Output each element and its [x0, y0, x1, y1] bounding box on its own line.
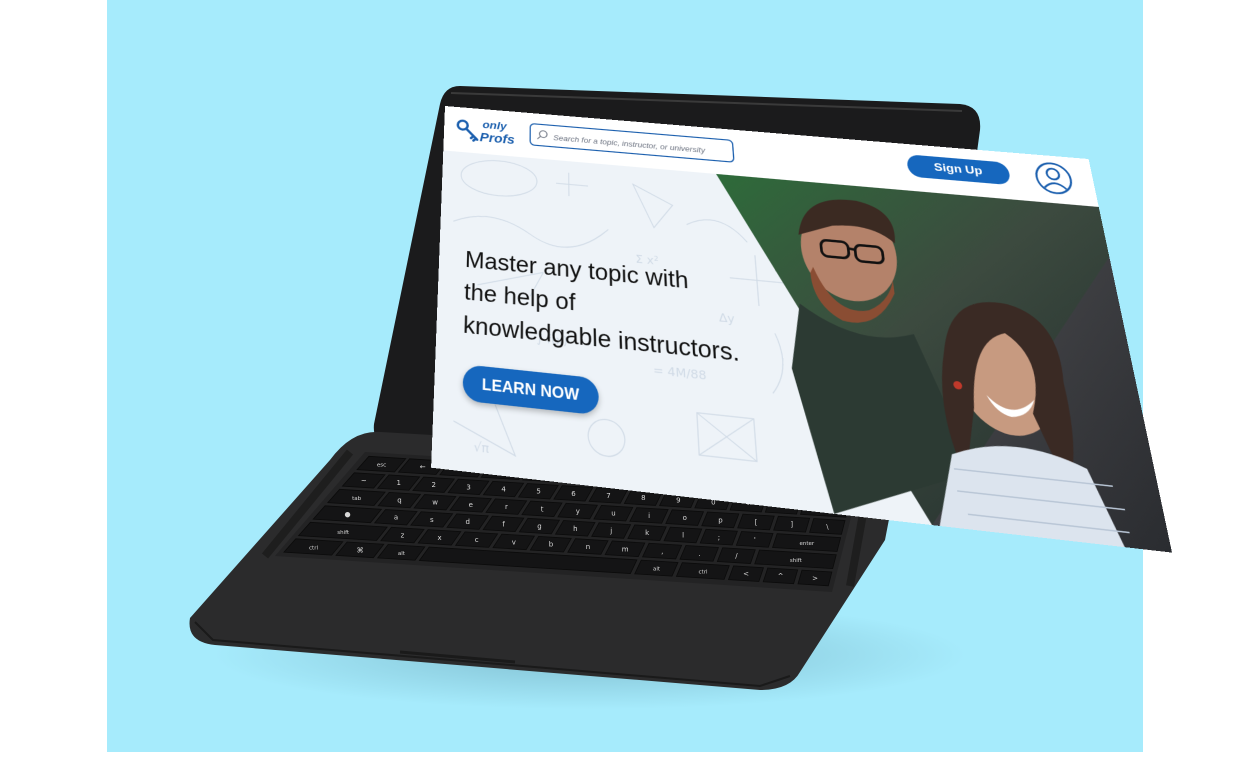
keyboard-key-label: esc [377, 463, 386, 469]
keyboard-key-label: ● [344, 511, 350, 519]
logo-text-profs: Profs [479, 129, 515, 147]
keyboard-key-label: 1 [397, 479, 401, 487]
keyboard-key-label: a [394, 514, 398, 522]
keyboard-key-label: 6 [571, 490, 576, 498]
keyboard-key-label: c [475, 536, 479, 544]
keyboard-key-label: ' [754, 536, 756, 544]
keyboard-key-label: ^ [778, 572, 784, 580]
keyboard-key-label: ~ [361, 477, 367, 485]
keyboard-key-label: h [573, 525, 577, 533]
keyboard-key-label: < [743, 570, 749, 578]
keyboard-key-label: y [576, 508, 580, 516]
search-input[interactable] [552, 130, 731, 160]
keyboard-key-label: ] [790, 521, 793, 529]
keyboard-key-label: 4 [501, 486, 506, 494]
keyboard-key-label: r [505, 503, 508, 511]
keyboard-key-label: ; [718, 534, 720, 542]
keyboard-key-label: 9 [676, 496, 680, 504]
keyboard-key-label: 2 [431, 481, 435, 489]
keyboard-key-label: l [682, 531, 684, 539]
keyboard-key-label: 3 [466, 483, 470, 491]
keyboard-key-label: o [683, 514, 687, 522]
keyboard-key-label: i [648, 512, 650, 520]
keyboard-key-label: ← [420, 463, 426, 471]
keyboard-key-label: u [611, 510, 615, 518]
keyboard-key-label: [ [755, 519, 758, 527]
keyboard-key-label: shift [790, 558, 803, 564]
keyboard-key-label: ⌘ [357, 546, 364, 554]
site-logo[interactable]: only Profs [455, 115, 536, 151]
keyboard-key-label: e [469, 501, 473, 509]
search-bar[interactable] [529, 122, 735, 163]
keyboard-key-label: t [541, 505, 544, 513]
keyboard-key-label: z [401, 532, 405, 540]
keyboard-key-label: b [549, 541, 554, 549]
keyboard-key-label: shift [337, 530, 350, 536]
keyboard-key-label: n [586, 543, 590, 551]
keyboard-key-label: ctrl [309, 545, 318, 551]
keyboard-key-label: ctrl [699, 570, 708, 576]
keyboard-key-label: alt [398, 551, 406, 557]
keyboard-key-label: g [537, 523, 541, 531]
key-icon [455, 118, 482, 144]
keyboard-key-label: m [622, 545, 629, 553]
keyboard-key-label: s [430, 516, 434, 524]
keyboard-key-label: 5 [536, 488, 540, 496]
keyboard-key-label: alt [653, 567, 661, 573]
keyboard-key-label: > [812, 574, 818, 582]
keyboard-key-label: tab [352, 496, 362, 502]
keyboard-key-label: x [438, 534, 442, 542]
keyboard-key-label: 8 [641, 494, 645, 502]
keyboard-key-label: q [397, 497, 401, 505]
keyboard-key-label: w [432, 499, 438, 507]
keyboard-key-label: v [512, 538, 516, 546]
keyboard-key-label: enter [800, 541, 815, 547]
keyboard-key-label: p [718, 516, 723, 524]
keyboard-key-label: d [466, 518, 470, 526]
keyboard-key-label: 7 [606, 492, 610, 500]
keyboard-key-label: , [661, 548, 663, 556]
keyboard-key-label: . [698, 550, 700, 558]
sign-up-button[interactable]: Sign Up [905, 154, 1012, 186]
user-account-icon[interactable] [1031, 160, 1076, 197]
search-icon [536, 129, 549, 141]
keyboard-key-label: j [609, 527, 612, 535]
